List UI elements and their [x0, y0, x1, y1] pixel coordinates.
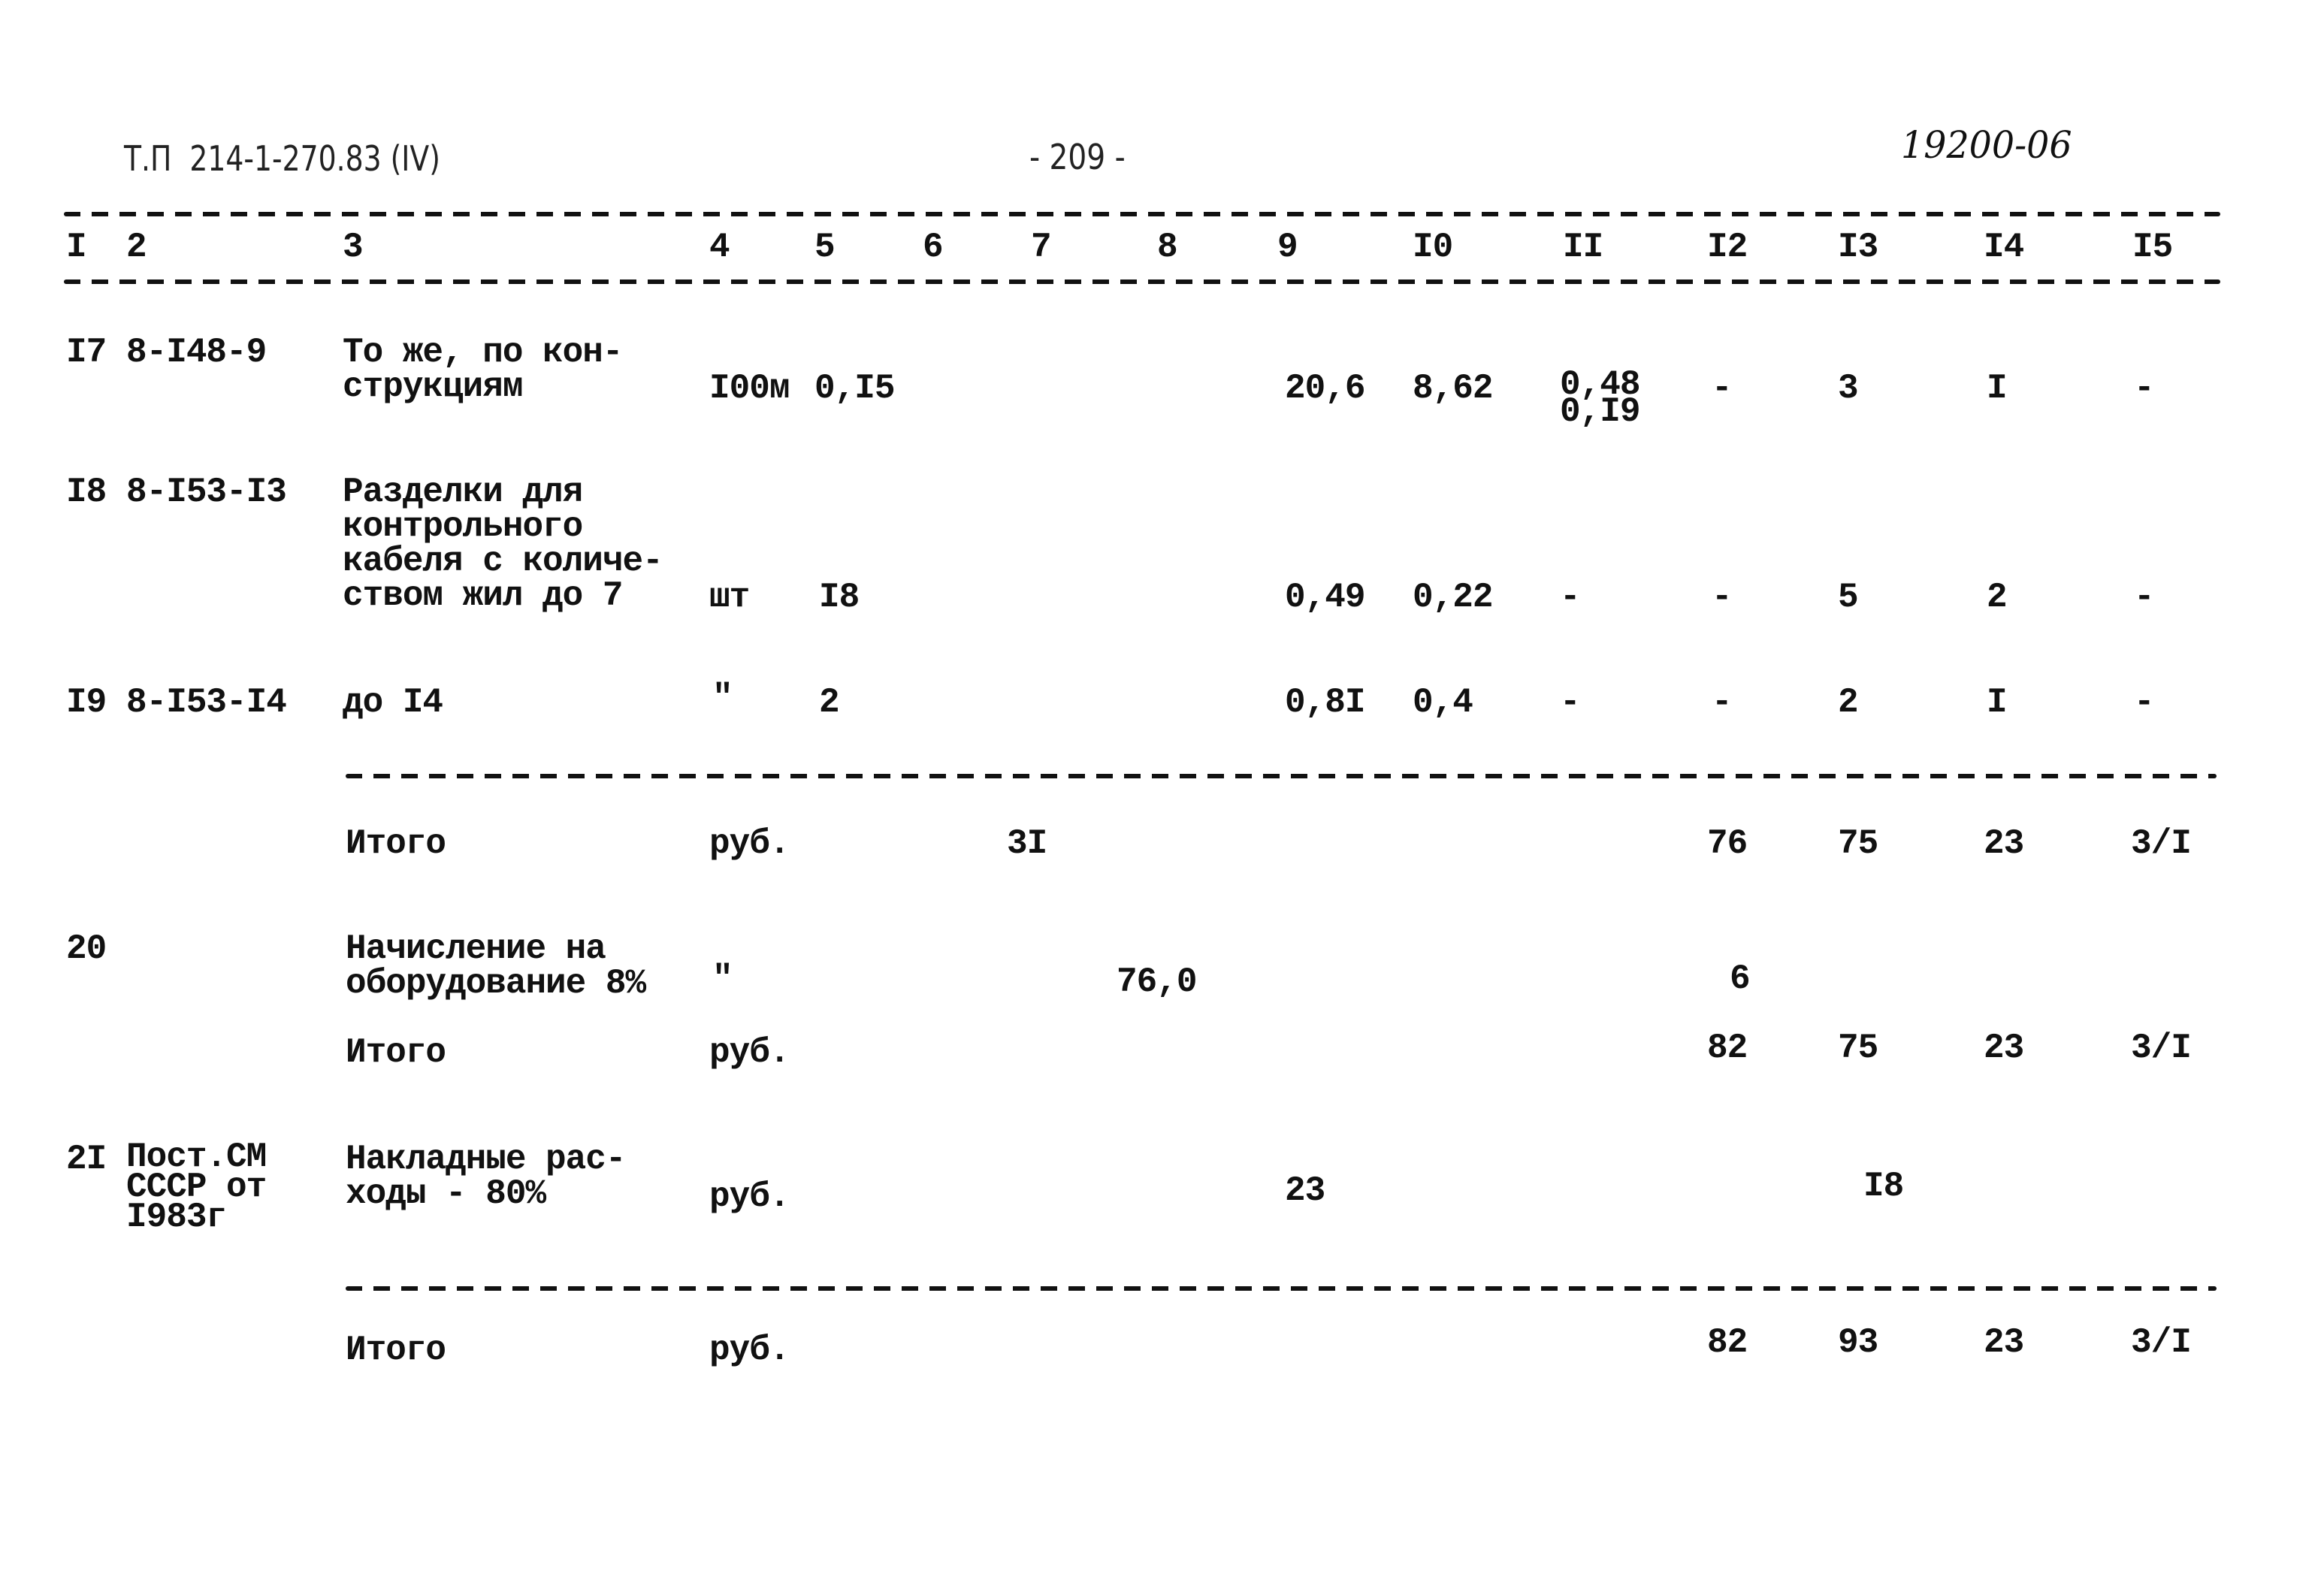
total-label: Итого — [346, 1033, 446, 1072]
subtotal-rule — [346, 1286, 2217, 1291]
cell-col15: - — [2134, 578, 2155, 617]
cell-col15: 3/I — [2131, 1029, 2192, 1068]
row-number: I9 — [66, 683, 107, 722]
row-number: 2I — [66, 1140, 107, 1179]
column-header: 6 — [923, 228, 944, 267]
column-header: I4 — [1984, 228, 2024, 267]
total-unit: руб. — [709, 824, 790, 863]
column-header: I3 — [1838, 228, 1878, 267]
cell-col13: 5 — [1838, 578, 1859, 617]
cell-col12: - — [1712, 683, 1733, 722]
cell-col10: 8,62 — [1413, 369, 1493, 408]
total-label: Итого — [346, 1331, 446, 1370]
cell-col14: 23 — [1984, 1323, 2024, 1362]
cell-col9: 0,49 — [1285, 578, 1365, 617]
column-header: II — [1563, 228, 1603, 267]
cell-col13: 3 — [1838, 369, 1859, 408]
rate-code: 8-I53-I4 — [126, 683, 287, 722]
row-number: I7 — [66, 333, 107, 372]
row-number: 20 — [66, 929, 107, 968]
cell-col12: 6 — [1730, 959, 1751, 998]
cell-col10: 0,22 — [1413, 578, 1493, 617]
cell-col9: 20,6 — [1285, 369, 1365, 408]
item-description: Начисление на оборудование 8% — [346, 929, 646, 1003]
total-label: Итого — [346, 824, 446, 863]
column-header: 8 — [1157, 228, 1178, 267]
cell-col11: 0,48 0,I9 — [1560, 365, 1640, 431]
cell-col13: 75 — [1838, 824, 1878, 863]
cell-col12: - — [1712, 578, 1733, 617]
rate-code: 8-I53-I3 — [126, 473, 287, 512]
header-top-rule — [64, 212, 2220, 216]
column-header: I — [66, 228, 87, 267]
unit: шт — [709, 578, 750, 617]
cell-col10: 0,4 — [1413, 683, 1473, 722]
cell-col8: 76,0 — [1117, 962, 1197, 1001]
column-header: I2 — [1707, 228, 1748, 267]
cell-col15: 3/I — [2131, 824, 2192, 863]
column-header: 7 — [1031, 228, 1052, 267]
column-header: 2 — [126, 228, 147, 267]
cell-col9: 0,8I — [1285, 683, 1365, 722]
cell-col13: 93 — [1838, 1323, 1878, 1362]
inventory-number: 19200-06 — [1901, 123, 2072, 167]
item-description: до I4 — [343, 683, 443, 722]
column-header: I0 — [1413, 228, 1453, 267]
cell-col14: I — [1987, 369, 2008, 408]
cell-col13: 75 — [1838, 1029, 1878, 1068]
document-reference: Т.П 214-1-270.83 (IV) — [124, 138, 440, 179]
total-unit: руб. — [709, 1033, 790, 1072]
total-unit: руб. — [709, 1331, 790, 1370]
column-header: 9 — [1277, 228, 1298, 267]
column-header: 4 — [709, 228, 730, 267]
column-header: 5 — [814, 228, 836, 267]
item-description: То же, по кон- струкциям — [343, 333, 623, 406]
column-header: 3 — [343, 228, 364, 267]
cell-col15: - — [2134, 369, 2155, 408]
cell-col15: - — [2134, 683, 2155, 722]
unit: руб. — [709, 1177, 790, 1216]
cell-col14: 23 — [1984, 824, 2024, 863]
quantity: 2 — [819, 683, 840, 722]
page-number: - 209 - — [1029, 137, 1126, 177]
quantity: 0,I5 — [814, 369, 895, 408]
unit-ditto: " — [712, 678, 733, 718]
cell-col12: 82 — [1707, 1029, 1748, 1068]
item-description: Разделки для контрольного кабеля с колич… — [343, 473, 663, 615]
cell-col7: 3I — [1007, 824, 1047, 863]
column-header: I5 — [2132, 228, 2173, 267]
subtotal-rule — [346, 774, 2217, 778]
cell-col15: 3/I — [2131, 1323, 2192, 1362]
cell-col12: - — [1712, 369, 1733, 408]
rate-code: 8-I48-9 — [126, 333, 267, 372]
rate-code: Пост.СМ СССР от I983г — [126, 1137, 267, 1237]
row-number: I8 — [66, 473, 107, 512]
cell-col12: 82 — [1707, 1323, 1748, 1362]
cell-col13: I8 — [1863, 1167, 1904, 1206]
cell-col9: 23 — [1285, 1171, 1325, 1210]
cell-col12: 76 — [1707, 824, 1748, 863]
unit: I00м — [709, 369, 790, 408]
quantity: I8 — [819, 578, 860, 617]
item-description: Накладные рас- ходы - 80% — [346, 1140, 626, 1213]
cell-col13: 2 — [1838, 683, 1859, 722]
header-bottom-rule — [64, 279, 2220, 284]
cell-col14: 23 — [1984, 1029, 2024, 1068]
unit-ditto: " — [712, 959, 733, 998]
cell-col11: - — [1560, 683, 1581, 722]
cell-col14: I — [1987, 683, 2008, 722]
cell-col11: - — [1560, 578, 1581, 617]
cell-col14: 2 — [1987, 578, 2008, 617]
